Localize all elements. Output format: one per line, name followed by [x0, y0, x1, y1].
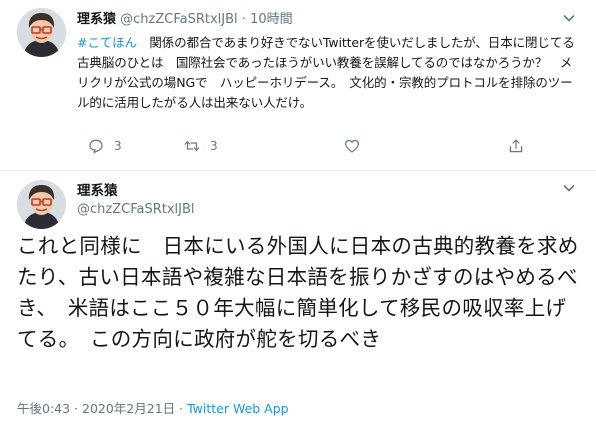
tweet-reply[interactable]: 理系猿 @chzZCFaSRtxlJBl · 10時間 #こてほん 関係の都合で… [0, 0, 596, 170]
user-handle[interactable]: @chzZCFaSRtxlJBl [120, 12, 238, 27]
reply-icon [89, 139, 103, 154]
avatar-illustration [17, 8, 66, 57]
tweet-text: これと同様に 日本にいる外国人に日本の古典的教養を求めたり、古い日本語や複雑な日… [17, 234, 579, 351]
avatar[interactable] [17, 180, 66, 229]
avatar[interactable] [17, 8, 66, 57]
tweet-body: 関係の都合であまり好きでないTwitterを使いだしましたが、日本に閉じてる古典… [77, 35, 575, 110]
tweet-time[interactable]: 10時間 [250, 12, 293, 27]
retweet-count: 3 [210, 139, 218, 153]
display-name[interactable]: 理系猿 [77, 181, 118, 201]
client-link[interactable]: Twitter Web App [187, 401, 289, 416]
display-name[interactable]: 理系猿 [77, 12, 116, 27]
heart-icon [345, 139, 359, 153]
avatar-illustration [17, 180, 66, 229]
tweet-actions: 3 3 [87, 136, 537, 156]
share-icon [509, 139, 523, 153]
tweet-focused: 理系猿 @chzZCFaSRtxlJBl これと同様に 日本にいる外国人に日本の… [0, 171, 596, 434]
hashtag-link[interactable]: #こてほん [77, 35, 137, 50]
tweet-meta: 午後0:43 · 2020年2月21日 · Twitter Web App [17, 400, 289, 418]
tweet-text: #こてほん 関係の都合であまり好きでないTwitterを使いだしましたが、日本に… [77, 33, 582, 113]
like-button[interactable] [343, 136, 370, 156]
tweet-timestamp[interactable]: 午後0:43 · 2020年2月21日 · [17, 401, 187, 416]
retweet-button[interactable]: 3 [183, 136, 218, 156]
share-button[interactable] [507, 136, 525, 156]
reply-button[interactable]: 3 [87, 136, 122, 156]
user-handle[interactable]: @chzZCFaSRtxlJBl [77, 201, 195, 219]
tweet-header: 理系猿 @chzZCFaSRtxlJBl · 10時間 [77, 11, 293, 29]
reply-count: 3 [114, 139, 122, 153]
chevron-down-icon[interactable] [561, 10, 577, 26]
chevron-down-icon[interactable] [561, 180, 577, 196]
retweet-icon [184, 141, 200, 151]
separator: · [241, 12, 246, 27]
